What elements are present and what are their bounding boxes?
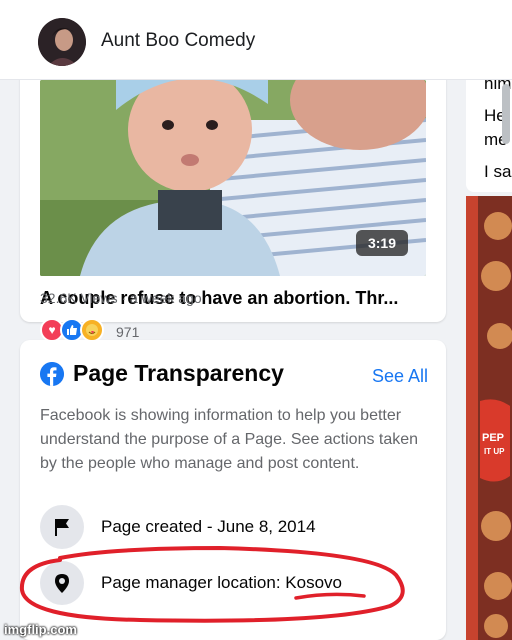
comment-line: I sa — [484, 162, 512, 181]
facebook-icon — [40, 362, 64, 386]
transparency-description: Facebook is showing information to help … — [40, 407, 419, 472]
svg-text:IT UP: IT UP — [484, 447, 505, 456]
page-manager-location-text: Page manager location: Kosovo — [101, 573, 342, 593]
page-transparency-card: Page Transparency See All Facebook is sh… — [20, 340, 446, 640]
page-manager-location-row: Page manager location: Kosovo — [40, 561, 440, 605]
video-card[interactable]: 3:19 A couple refuse to have an abortion… — [20, 60, 446, 342]
watermark: imgflip.com — [4, 622, 77, 637]
reaction-count[interactable]: 971 — [116, 324, 139, 340]
page-created-row: Page created - June 8, 2014 — [40, 505, 440, 549]
video-thumbnail[interactable]: 3:19 — [40, 80, 426, 276]
location-pin-icon — [40, 561, 84, 605]
sidebar-photo[interactable]: PEP IT UP — [466, 196, 512, 640]
scrollbar-thumb[interactable] — [502, 84, 510, 144]
see-all-link[interactable]: See All — [372, 366, 428, 387]
page-created-text: Page created - June 8, 2014 — [101, 517, 316, 536]
views-and-time: 32.6K Views · a week ago — [40, 290, 202, 306]
avatar[interactable] — [38, 18, 86, 66]
video-duration: 3:19 — [355, 230, 408, 256]
flag-icon — [40, 505, 84, 549]
location-label: Page manager location: — [101, 573, 281, 592]
page-name[interactable]: Aunt Boo Comedy — [101, 30, 255, 52]
care-reaction-icon — [80, 318, 104, 342]
location-value: Kosovo — [285, 573, 342, 592]
section-title: Page Transparency — [73, 360, 284, 386]
page-header: Aunt Boo Comedy — [0, 0, 512, 80]
svg-text:PEP: PEP — [482, 432, 504, 444]
